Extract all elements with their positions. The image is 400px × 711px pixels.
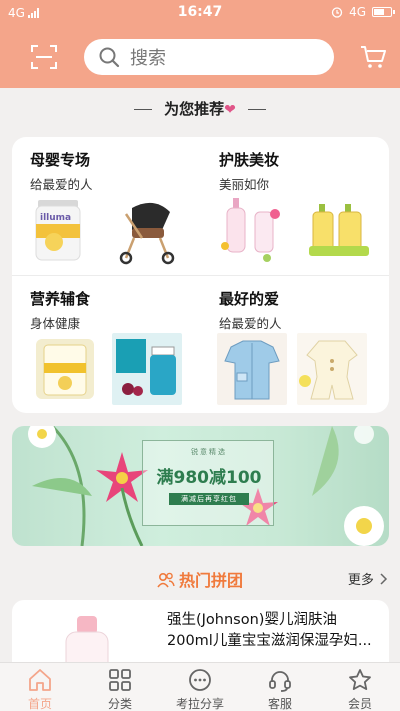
category-best-love[interactable]: 最好的爱 给最爱的人 (201, 276, 389, 414)
recommend-title-text: 为您推荐 (164, 100, 225, 118)
tab-label: 会员 (347, 697, 372, 711)
tab-service[interactable]: 客服 (240, 663, 320, 711)
product-name: 强生(Johnson)婴儿润肤油200ml儿童宝宝滋润保湿孕妇... (167, 612, 372, 649)
tab-share[interactable]: 考拉分享 (160, 663, 240, 711)
search-placeholder: 搜索 (130, 48, 166, 69)
heart-icon: ❤ (224, 102, 236, 118)
vitamin-bottle-image (112, 333, 182, 405)
tab-label: 首页 (27, 697, 52, 711)
search-icon (99, 47, 120, 68)
home-icon (29, 669, 51, 691)
header: 4G 16:47 4G 搜索 (0, 0, 400, 88)
category-subtitle: 身体健康 (30, 316, 81, 331)
more-link[interactable]: 更多 (348, 569, 388, 588)
category-title: 母婴专场 (30, 151, 91, 169)
category-subtitle: 给最爱的人 (30, 177, 93, 192)
category-title: 护肤美妆 (219, 151, 280, 169)
category-nutrition[interactable]: 营养辅食 身体健康 (12, 276, 200, 414)
milk-powder-box-image (36, 339, 94, 399)
star-icon (349, 669, 371, 690)
category-mother-baby[interactable]: 母婴专场 给最爱的人 illuma (12, 137, 200, 275)
baby-romper-image (297, 333, 367, 405)
grid-icon (109, 669, 131, 691)
stroller-image (119, 202, 175, 265)
group-icon (157, 572, 175, 588)
tab-member[interactable]: 会员 (320, 663, 400, 711)
promo-box: 锐意精选 满980减100 满减后再享红包 (142, 440, 274, 526)
scan-icon[interactable] (30, 43, 58, 71)
chat-icon (189, 669, 211, 691)
headset-icon (269, 671, 291, 692)
battery-icon (372, 7, 395, 17)
promo-sub-text: 满减后再享红包 (169, 493, 249, 505)
status-bar: 4G 16:47 4G (0, 0, 400, 26)
network-right-label: 4G (349, 5, 366, 19)
group-buy-title: 热门拼团 (0, 567, 400, 591)
category-title: 营养辅食 (30, 290, 91, 308)
search-input[interactable]: 搜索 (84, 39, 334, 75)
tab-label: 考拉分享 (175, 697, 224, 711)
promo-banner[interactable]: 锐意精选 满980减100 满减后再享红包 (12, 426, 389, 546)
category-title: 最好的爱 (219, 290, 280, 308)
category-subtitle: 美丽如你 (219, 177, 270, 192)
cart-icon[interactable] (360, 44, 386, 70)
promo-top-text: 锐意精选 (191, 448, 227, 456)
tab-bar: 首页 分类 考拉分享 客服 会员 (0, 662, 400, 711)
recommend-card: 母婴专场 给最爱的人 illuma 护肤美妆 美丽如你 营养辅食 身体健康 最好… (12, 137, 389, 413)
tab-category[interactable]: 分类 (80, 663, 160, 711)
tab-label: 客服 (267, 697, 292, 711)
more-label: 更多 (347, 573, 374, 588)
baby-shirt-image (217, 333, 287, 405)
category-subtitle: 给最爱的人 (219, 316, 282, 331)
body-wash-image (309, 204, 369, 256)
alarm-icon (331, 7, 343, 18)
svg-text:illuma: illuma (40, 213, 71, 223)
chevron-right-icon (380, 573, 388, 585)
tab-label: 分类 (107, 697, 132, 711)
category-skincare[interactable]: 护肤美妆 美丽如你 (201, 137, 389, 275)
tab-home[interactable]: 首页 (0, 663, 80, 711)
group-buy-header: 热门拼团 更多 (0, 565, 400, 591)
baby-lotion-image (217, 194, 287, 266)
group-buy-title-text: 热门拼团 (178, 571, 243, 590)
promo-headline: 满980减100 (156, 468, 262, 488)
recommend-title: 为您推荐❤ (0, 98, 400, 119)
milk-powder-image: illuma (35, 200, 81, 261)
